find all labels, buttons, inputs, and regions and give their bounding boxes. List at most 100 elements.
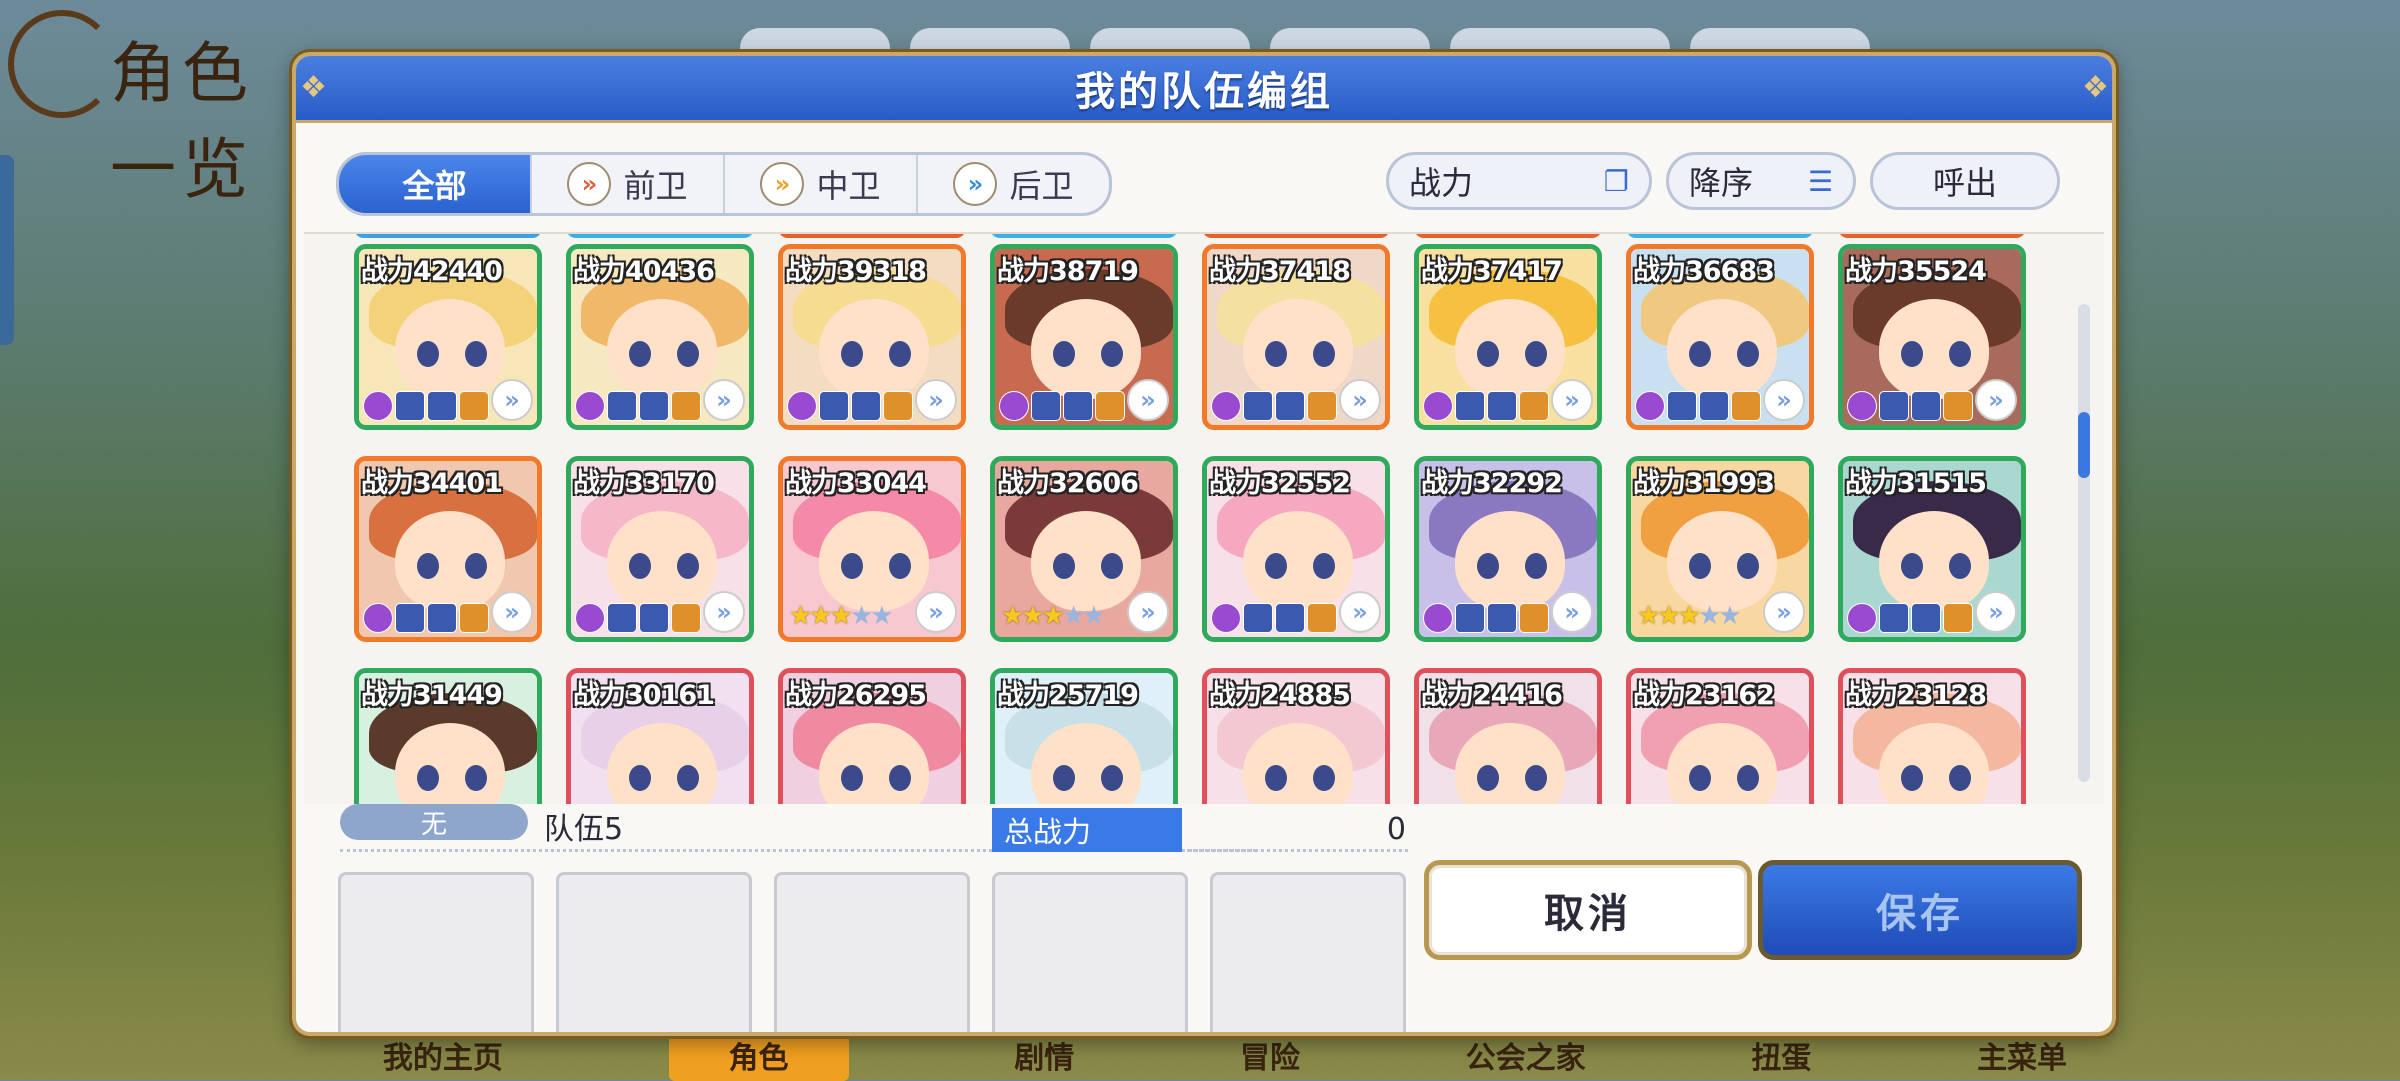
tab-all[interactable]: 全部	[339, 155, 532, 213]
character-face	[395, 299, 505, 399]
character-card[interactable]: 战力35524 »	[1838, 244, 2026, 430]
rearguard-icon: »	[953, 162, 998, 206]
equipment-icons	[363, 603, 489, 633]
team-slot-3[interactable]	[774, 872, 970, 1032]
character-eye	[1101, 553, 1123, 579]
equipment-icon	[607, 603, 637, 633]
position-chevron-icon: »	[1339, 379, 1381, 421]
character-eye	[841, 553, 863, 579]
character-face	[819, 511, 929, 611]
sort-field-button[interactable]: 战力 ❐	[1386, 152, 1652, 210]
character-power: 战力26295	[785, 680, 927, 711]
character-card[interactable]: 战力31993 ★★★★★ »	[1626, 456, 1814, 642]
character-power: 战力25719	[997, 680, 1139, 711]
character-eye	[1525, 341, 1547, 367]
equipment-icon	[395, 603, 425, 633]
character-card[interactable]: 战力37418 »	[1202, 244, 1390, 430]
character-eye	[889, 553, 911, 579]
card-stub	[1626, 234, 1814, 238]
character-card[interactable]: 战力32292 »	[1414, 456, 1602, 642]
equipment-icons	[1423, 391, 1549, 421]
character-card[interactable]: 战力32606 ★★★★★ »	[990, 456, 1178, 642]
character-card[interactable]: 战力30161	[566, 668, 754, 804]
equipment-icon	[427, 603, 457, 633]
nav-quest: 冒险	[1239, 1041, 1300, 1076]
character-eye	[1265, 341, 1287, 367]
character-power: 战力35524	[1845, 256, 1987, 287]
character-card[interactable]: 战力25719	[990, 668, 1178, 804]
tab-all-label: 全部	[402, 167, 467, 205]
position-chevron-icon: »	[1551, 379, 1593, 421]
team-slot-5[interactable]	[1210, 872, 1406, 1032]
rank-plus-icon	[787, 391, 817, 421]
equipment-icon	[639, 391, 669, 421]
character-card[interactable]: 战力32552 »	[1202, 456, 1390, 642]
dialog-title-bar: ❖ 我的队伍编组 ❖	[296, 56, 2112, 123]
background-nav: 我的主页 角色 剧情 冒险 公会之家 扭蛋 主菜单	[300, 1029, 2150, 1081]
rank-plus-icon	[1211, 391, 1241, 421]
equipment-icon	[1911, 391, 1941, 421]
character-face	[1243, 299, 1353, 399]
character-card[interactable]: 战力24885	[1202, 668, 1390, 804]
character-power: 战力23162	[1633, 680, 1775, 711]
corner-ornament-icon: ❖	[2082, 70, 2109, 105]
character-card[interactable]: 战力33170 »	[566, 456, 754, 642]
equipment-icon	[1307, 391, 1337, 421]
total-power-label: 总战力	[992, 808, 1182, 852]
character-power: 战力24416	[1421, 680, 1563, 711]
equipment-icon	[1519, 603, 1549, 633]
call-button-label: 呼出	[1932, 164, 1997, 202]
position-chevron-icon: »	[915, 379, 957, 421]
character-eye	[841, 341, 863, 367]
character-card[interactable]: 战力39318 »	[778, 244, 966, 430]
equipment-icon	[1243, 391, 1273, 421]
character-card[interactable]: 战力26295	[778, 668, 966, 804]
character-card[interactable]: 战力31515 »	[1838, 456, 2026, 642]
character-card[interactable]: 战力42440 »	[354, 244, 542, 430]
character-card[interactable]: 战力23162	[1626, 668, 1814, 804]
character-power: 战力33044	[785, 468, 927, 499]
character-card[interactable]: 战力33044 ★★★★★ »	[778, 456, 966, 642]
character-card[interactable]: 战力34401 »	[354, 456, 542, 642]
team-slot-4[interactable]	[992, 872, 1188, 1032]
equipment-icon	[395, 391, 425, 421]
character-eye	[1689, 341, 1711, 367]
equipment-icons	[575, 391, 701, 421]
character-eye	[1737, 553, 1759, 579]
team-slot-1[interactable]	[338, 872, 534, 1032]
card-stub	[1838, 234, 2026, 238]
character-eye	[1737, 765, 1759, 791]
team-slot-2[interactable]	[556, 872, 752, 1032]
card-stub	[354, 234, 542, 238]
grid-scroll-thumb[interactable]	[2078, 412, 2090, 478]
character-eye	[1949, 765, 1971, 791]
character-card[interactable]: 战力31449	[354, 668, 542, 804]
character-card[interactable]: 战力37417 »	[1414, 244, 1602, 430]
character-card[interactable]: 战力38719 »	[990, 244, 1178, 430]
tab-rearguard[interactable]: » 后卫	[918, 155, 1109, 213]
team-badge[interactable]: 无	[340, 804, 528, 840]
character-card[interactable]: 战力36683 »	[1626, 244, 1814, 430]
position-chevron-icon: »	[491, 591, 533, 633]
corner-ornament-icon: ❖	[300, 70, 327, 105]
character-power: 战力32292	[1421, 468, 1563, 499]
position-chevron-icon: »	[915, 591, 957, 633]
character-eye	[417, 341, 439, 367]
tab-vanguard[interactable]: » 前卫	[532, 155, 725, 213]
character-card[interactable]: 战力24416	[1414, 668, 1602, 804]
equipment-icons	[1847, 603, 1973, 633]
character-card[interactable]: 战力23128	[1838, 668, 2026, 804]
character-card[interactable]: 战力40436 »	[566, 244, 754, 430]
character-eye	[1525, 765, 1547, 791]
equipment-icon	[1095, 391, 1125, 421]
grid-scrollbar[interactable]	[2078, 304, 2090, 782]
equipment-icon	[1911, 603, 1941, 633]
cancel-button[interactable]: 取消	[1424, 860, 1752, 960]
tab-midguard[interactable]: » 中卫	[725, 155, 918, 213]
equipment-icon	[639, 603, 669, 633]
character-face	[607, 299, 717, 399]
sort-order-button[interactable]: 降序 ☰	[1666, 152, 1856, 210]
save-button[interactable]: 保存	[1758, 860, 2082, 960]
equipment-icon	[1879, 603, 1909, 633]
call-button[interactable]: 呼出	[1870, 152, 2060, 210]
